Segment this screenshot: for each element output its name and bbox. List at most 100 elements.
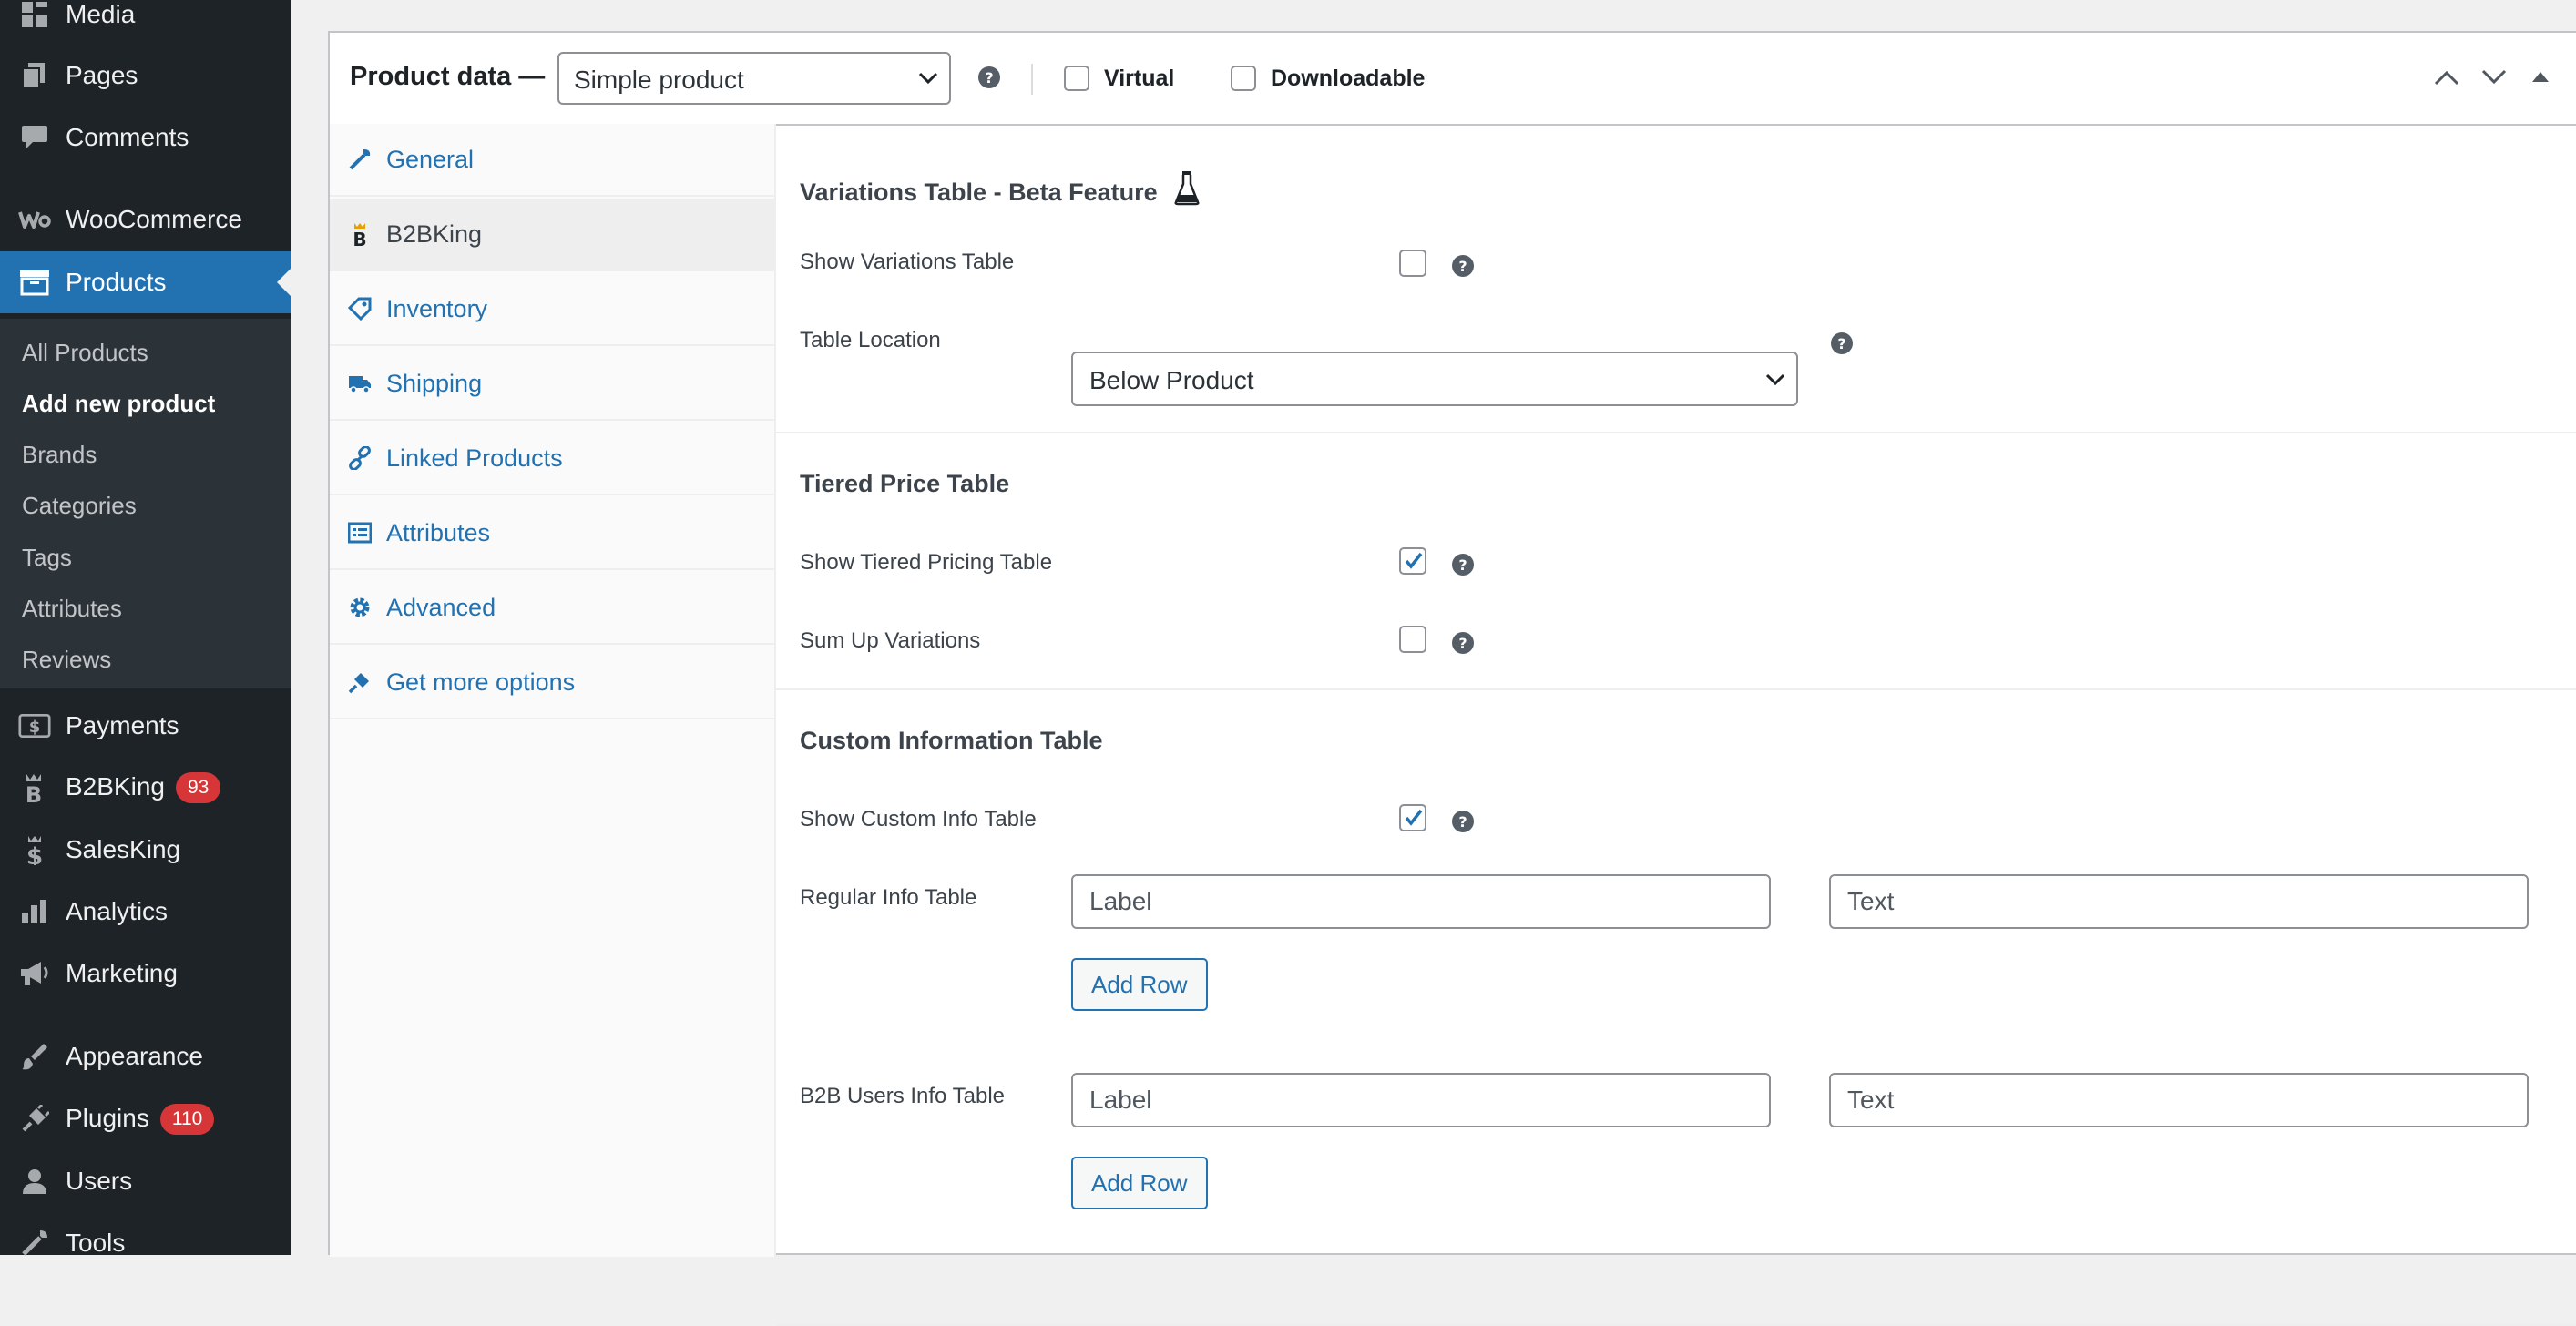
b2b-info-label-input[interactable] [1071,1073,1771,1127]
help-icon[interactable]: ? [978,66,1000,88]
submenu-reviews[interactable]: Reviews [22,646,111,674]
table-location-select[interactable]: Below Product [1071,352,1798,406]
link-icon [349,446,371,470]
menu-item-marketing[interactable]: Marketing [0,943,291,1005]
comments-icon [18,121,51,154]
submenu-add-new-product[interactable]: Add new product [22,390,215,418]
b2bking-icon: B [353,223,367,246]
salesking-icon: $ [18,833,51,866]
tab-b2bking[interactable]: B B2BKing [330,199,774,271]
menu-item-woocommerce[interactable]: WooCommerce [0,189,291,250]
chevron-down-icon [1765,373,1785,386]
variations-title-text: Variations Table - Beta Feature [800,178,1158,206]
downloadable-checkbox[interactable] [1231,66,1256,91]
menu-item-b2bking[interactable]: B B2BKing 93 [0,757,291,819]
menu-label: WooCommerce [66,205,242,233]
flask-icon [1174,171,1200,206]
b2b-info-text-input[interactable] [1829,1073,2529,1127]
menu-item-tools[interactable]: Tools [0,1212,291,1274]
users-icon [18,1165,51,1198]
svg-text:$: $ [26,843,43,865]
help-icon[interactable]: ? [1452,255,1474,277]
analytics-icon [18,895,51,928]
payments-icon: $ [18,709,51,742]
help-icon[interactable]: ? [1452,554,1474,576]
regular-add-row-button[interactable]: Add Row [1071,958,1208,1011]
truck-icon [349,376,371,393]
menu-label: Appearance [66,1042,204,1070]
downloadable-label: Downloadable [1271,66,1426,91]
menu-item-analytics[interactable]: Analytics [0,881,291,943]
tag-icon [348,297,372,321]
help-icon[interactable]: ? [1452,811,1474,832]
menu-label: B2BKing 93 [66,771,221,804]
products-icon [18,266,51,299]
sum-variations-checkbox[interactable] [1399,626,1426,653]
menu-item-plugins[interactable]: Plugins 110 [0,1088,291,1150]
media-icon [18,0,51,31]
custom-info-section-title: Custom Information Table [800,727,1103,754]
collapse-triangle-icon[interactable] [2530,69,2550,84]
pages-icon [18,59,51,92]
tab-linked-products[interactable]: Linked Products [330,423,774,495]
menu-item-appearance[interactable]: Appearance [0,1025,291,1087]
b2bking-icon: B [18,771,51,804]
virtual-checkbox[interactable] [1064,66,1089,91]
woocommerce-icon [18,203,51,236]
checkmark-icon [1405,809,1423,826]
tab-inventory[interactable]: Inventory [330,273,774,346]
submenu-attributes[interactable]: Attributes [22,595,122,623]
header-divider [1031,64,1033,95]
chevron-down-icon [918,72,938,85]
show-tiered-label: Show Tiered Pricing Table [800,550,1053,575]
menu-item-comments[interactable]: Comments [0,107,291,168]
tab-advanced[interactable]: Advanced [330,572,774,645]
section-divider [776,432,2576,434]
submenu-all-products[interactable]: All Products [22,339,148,367]
submenu-brands[interactable]: Brands [22,441,97,469]
tab-attributes[interactable]: Attributes [330,497,774,570]
show-custom-info-checkbox[interactable] [1399,804,1426,831]
tab-shipping[interactable]: Shipping [330,348,774,421]
menu-item-pages[interactable]: Pages [0,45,291,107]
menu-item-products[interactable]: Products [0,251,291,313]
notification-badge: 110 [159,1104,215,1136]
tab-get-more-options[interactable]: Get more options [330,647,774,719]
menu-item-salesking[interactable]: $ SalesKing [0,819,291,881]
submenu-categories[interactable]: Categories [22,492,137,520]
variations-section-title: Variations Table - Beta Feature [800,169,1201,207]
show-variations-checkbox[interactable] [1399,250,1426,277]
plugins-label: Plugins [66,1103,149,1132]
menu-label: Payments [66,711,179,740]
submenu-tags[interactable]: Tags [22,544,72,572]
menu-item-payments[interactable]: $ Payments [0,695,291,757]
menu-item-media[interactable]: Media [0,0,291,46]
help-icon[interactable]: ? [1831,332,1853,354]
tab-label: Shipping [386,370,483,397]
menu-item-users[interactable]: Users [0,1150,291,1212]
b2bking-label: B2BKing [66,771,165,801]
help-icon[interactable]: ? [1452,632,1474,654]
b2b-info-table-label: B2B Users Info Table [800,1084,1006,1108]
show-tiered-checkbox[interactable] [1399,547,1426,575]
chevron-up-icon[interactable] [2434,69,2459,86]
table-location-value: Below Product [1089,366,1254,394]
regular-info-text-input[interactable] [1829,874,2529,929]
b2bking-panel: Variations Table - Beta Feature Show Var… [776,124,2576,1326]
regular-info-label-input[interactable] [1071,874,1771,929]
menu-label: Marketing [66,959,178,987]
svg-text:B: B [353,229,366,246]
tab-general[interactable]: General [330,124,774,197]
product-data-header: Product data — Simple product ? Virtual … [330,33,2576,126]
menu-label: Pages [66,61,138,89]
virtual-label: Virtual [1104,66,1175,91]
b2b-add-row-button[interactable]: Add Row [1071,1157,1208,1209]
tab-label: Advanced [386,594,496,621]
plugins-icon [18,1103,51,1136]
wrench-icon [349,149,371,170]
product-type-value: Simple product [574,66,744,94]
checkmark-icon [1405,552,1423,569]
table-location-label: Table Location [800,328,941,352]
product-type-select[interactable]: Simple product [557,52,951,105]
chevron-down-icon[interactable] [2481,69,2507,86]
